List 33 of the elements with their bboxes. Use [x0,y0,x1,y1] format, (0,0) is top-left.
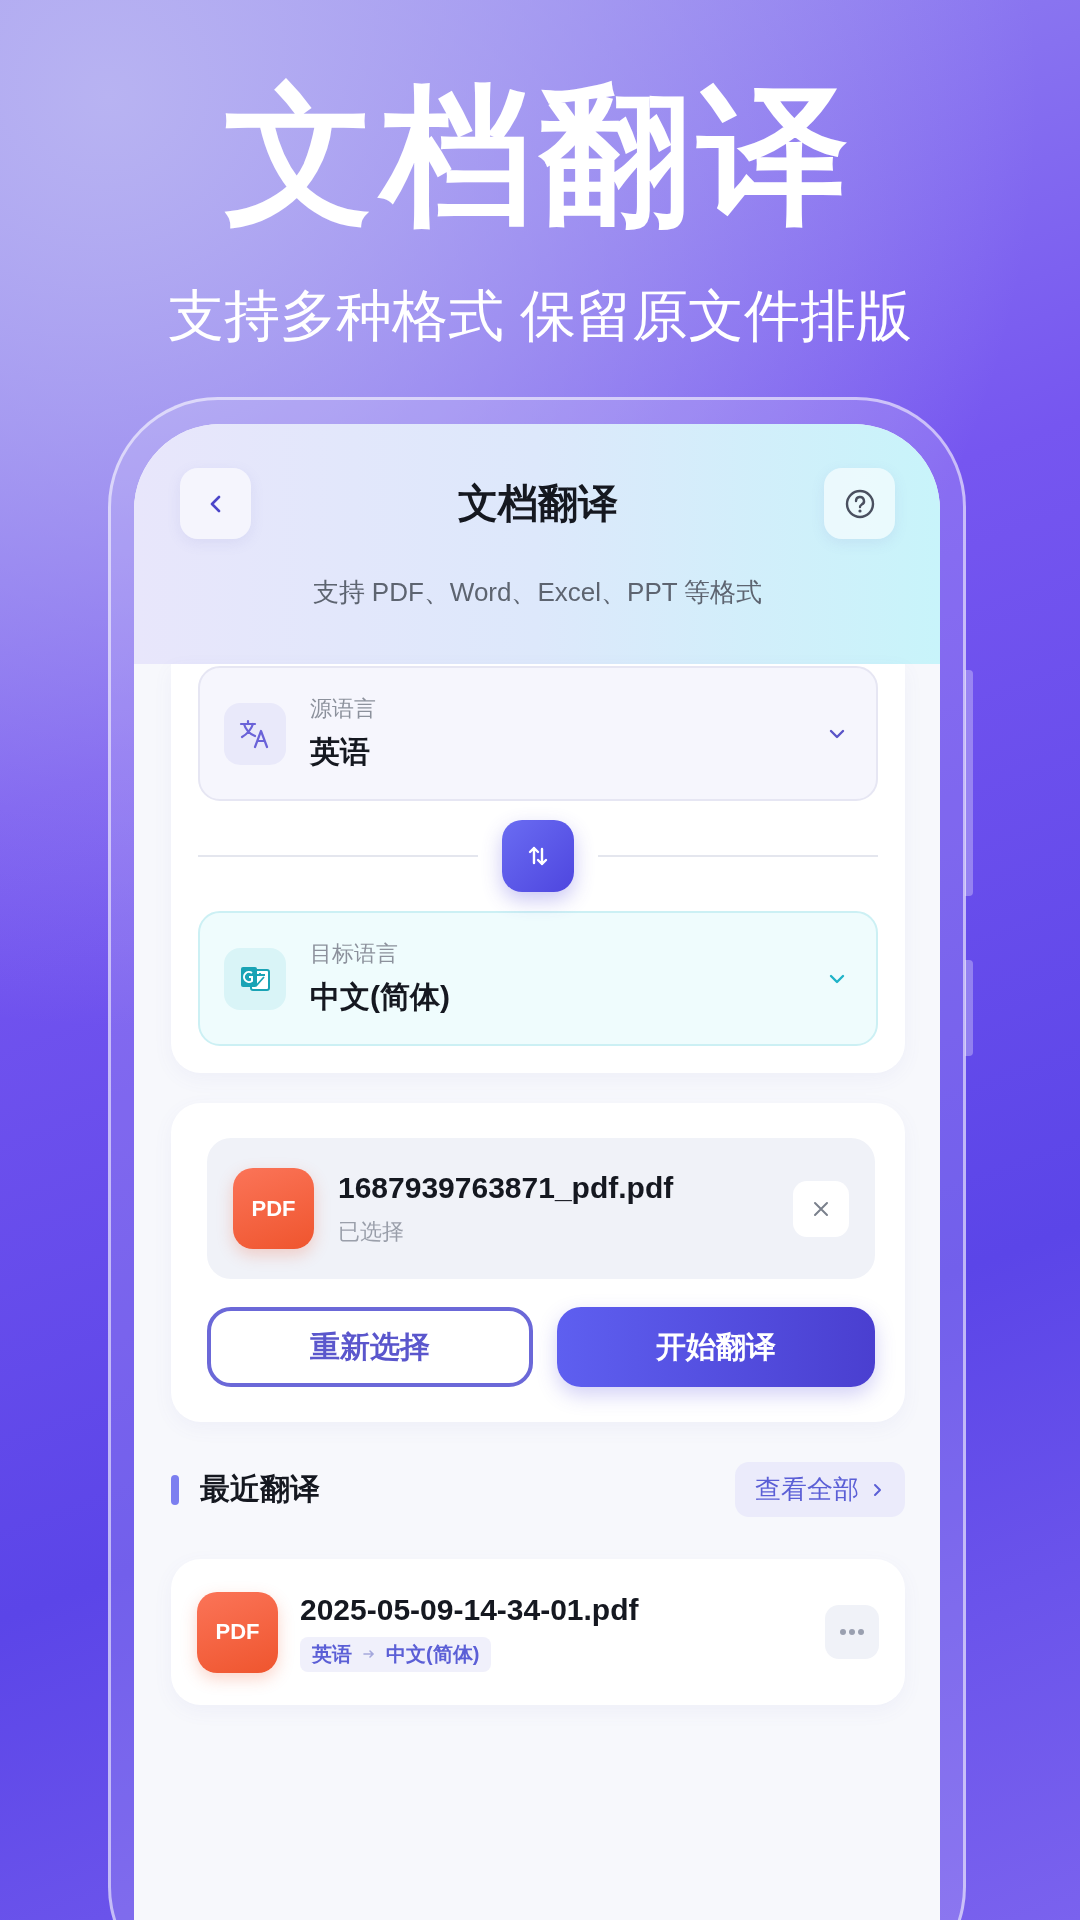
tag-text: 英语 [312,1641,352,1667]
file-name: 2025-05-09-14-34-01.pdf [300,1592,640,1627]
arrow-right-icon [362,1647,376,1661]
language-selector[interactable]: 源语言 英语 [198,666,878,801]
language-label: 目标语言 [310,940,399,968]
swap-button[interactable] [502,820,574,892]
translate-icon [224,702,286,765]
reselect-button[interactable]: 重新选择 [207,1307,533,1387]
language-selector[interactable]: 目标语言 中文(简体) [198,911,878,1046]
start-button[interactable]: 开始翻译 [557,1307,875,1387]
language-value: 英语 [310,734,371,770]
close-icon [812,1199,830,1218]
page-subtitle: 支持 PDF、Word、Excel、PPT 等格式 [311,576,764,609]
language-value: 中文(简体) [310,979,451,1015]
help-button[interactable] [824,468,895,539]
file-name: 1687939763871_pdf.pdf [338,1170,675,1205]
view-all-button[interactable]: 查看全部 [735,1462,905,1517]
file-status: 已选择 [338,1217,405,1246]
more-button[interactable] [825,1605,879,1659]
promo-subtitle: 支持多种格式 保留原文件排版 [167,283,913,349]
close-button[interactable] [793,1180,849,1237]
translate-icon [224,947,286,1010]
help-icon [843,487,876,520]
section-title: 最近翻译 [200,1471,321,1507]
recent-item[interactable]: PDF 2025-05-09-14-34-01.pdf 英语 中文(简体) [171,1559,905,1705]
pdf-icon: PDF [233,1168,314,1249]
promo-title: 文档翻译 [223,70,857,240]
language-label: 源语言 [310,695,377,723]
pdf-icon: PDF [197,1591,278,1673]
tag-text: 中文(简体) [386,1641,480,1667]
more-icon [839,1628,865,1636]
section-marker [171,1474,179,1505]
page-title: 文档翻译 [457,480,618,527]
